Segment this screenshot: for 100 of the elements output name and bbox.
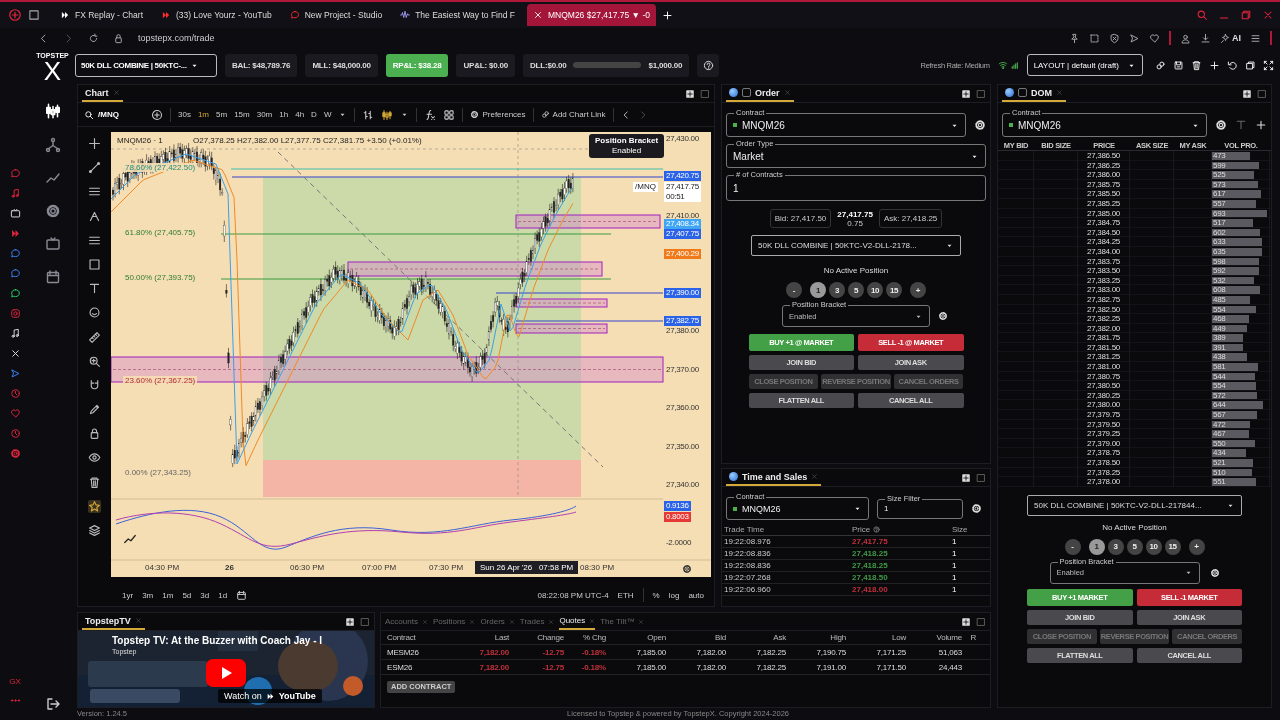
- close-icon[interactable]: [1262, 9, 1274, 21]
- quantity-chip[interactable]: 5: [1126, 538, 1143, 555]
- panel-tab[interactable]: DOM: [1031, 87, 1052, 98]
- pencil-icon[interactable]: [88, 403, 101, 417]
- clock-icon[interactable]: [9, 428, 21, 439]
- chat-icon[interactable]: [9, 248, 21, 259]
- trash-icon[interactable]: [1191, 59, 1202, 71]
- candlestick-icon[interactable]: [381, 108, 394, 121]
- range-button[interactable]: 1m: [162, 590, 174, 600]
- camera-icon[interactable]: [9, 308, 21, 319]
- sparkle-icon[interactable]: [1220, 32, 1231, 44]
- chat-icon[interactable]: [9, 168, 21, 179]
- settings-icon[interactable]: [682, 564, 692, 574]
- preferences-button[interactable]: Preferences: [470, 110, 526, 119]
- heart-icon[interactable]: [9, 408, 21, 419]
- panel-tab[interactable]: Accounts: [385, 617, 418, 626]
- eye-icon[interactable]: [88, 451, 101, 465]
- indicators-icon[interactable]: [424, 108, 437, 121]
- panel-tab[interactable]: TopstepTV: [85, 615, 131, 626]
- panel-tab[interactable]: Order: [755, 87, 780, 98]
- candlestick-icon[interactable]: [43, 102, 62, 120]
- quantity-chip[interactable]: 10: [1145, 538, 1162, 555]
- add-panel-icon[interactable]: [961, 472, 971, 483]
- add-panel-icon[interactable]: [1242, 88, 1252, 99]
- quantity-chip[interactable]: 1: [1088, 538, 1105, 555]
- x-icon[interactable]: [9, 348, 21, 359]
- scale-button[interactable]: log: [668, 590, 680, 600]
- chat-icon[interactable]: [9, 268, 21, 279]
- pin-icon[interactable]: [1069, 32, 1080, 44]
- link-icon[interactable]: [1155, 59, 1166, 71]
- add-symbol-icon[interactable]: [151, 108, 163, 121]
- save-icon[interactable]: [1173, 59, 1184, 71]
- account-select[interactable]: 50K DLL COMBINE | 50KTC-...: [75, 53, 217, 77]
- chart-background[interactable]: [111, 132, 711, 577]
- account-select[interactable]: 50K DLL COMBINE | 50KTC-V2-DLL-2178...: [751, 235, 961, 256]
- interval-tab[interactable]: 1m: [197, 110, 210, 119]
- expand-icon[interactable]: [1263, 59, 1274, 71]
- lock-icon[interactable]: [88, 427, 101, 441]
- interval-tab[interactable]: 4h: [295, 110, 305, 119]
- calendar-icon[interactable]: [236, 589, 248, 601]
- step-button[interactable]: +: [910, 282, 926, 298]
- info-button[interactable]: [697, 53, 720, 77]
- layers-icon[interactable]: [88, 524, 101, 537]
- panel-tab[interactable]: Trades: [519, 617, 545, 626]
- undo-icon[interactable]: [1227, 59, 1238, 71]
- download-icon[interactable]: [1200, 32, 1211, 44]
- panel-tab[interactable]: Time and Sales: [742, 471, 808, 482]
- browser-tab[interactable]: (33) Love Yourz - YouTub: [155, 4, 278, 26]
- interval-tab[interactable]: 5m: [216, 110, 228, 119]
- opera-logo-icon[interactable]: [8, 8, 22, 22]
- network-icon[interactable]: [44, 137, 61, 153]
- panel-box-icon[interactable]: [360, 616, 370, 627]
- interval-tab[interactable]: 15m: [234, 110, 250, 119]
- chat-icon[interactable]: [9, 288, 21, 299]
- send-icon[interactable]: [9, 368, 21, 379]
- step-button[interactable]: -: [786, 282, 802, 298]
- send-icon[interactable]: [1129, 32, 1140, 44]
- reload-icon[interactable]: [88, 32, 99, 44]
- interval-tab[interactable]: 1h: [279, 110, 289, 119]
- interval-tab[interactable]: 30m: [256, 110, 273, 119]
- clock-icon[interactable]: [9, 388, 21, 399]
- trend-line-icon[interactable]: [88, 161, 101, 175]
- zoom-in-icon[interactable]: [88, 354, 101, 368]
- ruler-icon[interactable]: [88, 330, 101, 344]
- address-field[interactable]: topstepx.com/trade: [138, 33, 215, 43]
- account-select[interactable]: 50K DLL COMBINE | 50KTC-V2-DLL-217844...: [1027, 494, 1242, 516]
- quantity-chip[interactable]: 5: [848, 282, 864, 298]
- exit-icon[interactable]: [44, 696, 61, 712]
- plus-icon[interactable]: [1209, 59, 1220, 71]
- panel-tab[interactable]: Orders: [480, 617, 505, 626]
- grid-icon[interactable]: [443, 108, 456, 121]
- add-chart-link-button[interactable]: Add Chart Link: [540, 110, 606, 119]
- panel-box-icon[interactable]: [976, 88, 986, 99]
- browser-tab[interactable]: The Easiest Way to Find F: [394, 4, 521, 26]
- step-button[interactable]: +: [1188, 538, 1205, 555]
- video-title[interactable]: Topstep TV: At the Buzzer with Coach Jay - I: [112, 635, 323, 646]
- panel-box-icon[interactable]: [700, 88, 710, 99]
- symbol-search[interactable]: /MNQ: [84, 109, 144, 120]
- layout-select[interactable]: LAYOUT | default (draft): [1026, 54, 1143, 76]
- watch-on-youtube-button[interactable]: Watch on YouTube: [218, 689, 322, 703]
- tv-icon[interactable]: [44, 236, 61, 252]
- bars-icon[interactable]: [362, 108, 375, 121]
- play-button[interactable]: [206, 659, 246, 687]
- add-panel-icon[interactable]: [685, 88, 695, 99]
- session-button[interactable]: ETH: [617, 590, 634, 600]
- add-panel-icon[interactable]: [961, 88, 971, 99]
- new-tab-icon[interactable]: [661, 9, 673, 21]
- range-button[interactable]: 5d: [182, 590, 192, 600]
- play-icon[interactable]: [9, 228, 21, 239]
- quantity-chip[interactable]: 1: [810, 282, 826, 298]
- quantity-chip[interactable]: 3: [1107, 538, 1124, 555]
- panel-tab[interactable]: Chart: [85, 87, 109, 98]
- user-icon[interactable]: [1180, 32, 1191, 44]
- browser-tab[interactable]: MNQM26 $27,417.75 ▼ -0: [527, 4, 656, 26]
- shield-icon[interactable]: [1109, 32, 1120, 44]
- interval-tab[interactable]: D: [311, 110, 317, 119]
- panel-tab[interactable]: The Tilt™: [600, 617, 635, 626]
- magnet-icon[interactable]: [88, 378, 101, 392]
- quantity-chip[interactable]: 15: [1164, 538, 1181, 555]
- tv-icon[interactable]: [9, 208, 21, 219]
